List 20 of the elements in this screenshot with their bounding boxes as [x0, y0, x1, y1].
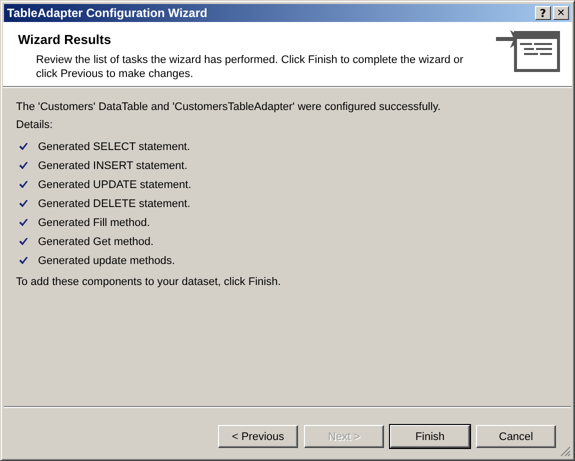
task-text: Generated UPDATE statement.: [38, 179, 192, 191]
task-text: Generated update methods.: [38, 255, 175, 267]
instruction-text: To add these components to your dataset, click Finish.: [16, 276, 282, 288]
details-label: Details:: [16, 119, 54, 131]
task-text: Generated DELETE statement.: [38, 198, 190, 210]
resize-grip-icon[interactable]: [560, 446, 571, 457]
window-title: TableAdapter Configuration Wizard: [7, 6, 208, 20]
close-button[interactable]: ✕: [553, 6, 569, 20]
page-title: Wizard Results: [18, 32, 112, 47]
task-text: Generated SELECT statement.: [38, 141, 190, 153]
task-text: Generated Get method.: [38, 236, 154, 248]
wizard-results-icon: [496, 28, 562, 74]
task-text: Generated INSERT statement.: [38, 160, 188, 172]
summary-text: The 'Customers' DataTable and 'CustomersTableAdapter' were configured successfully.: [16, 101, 442, 113]
wizard-button[interactable]: Finish: [390, 425, 470, 448]
task-text: Generated Fill method.: [38, 217, 150, 229]
page-description: Review the list of tasks the wizard has performed. Click Finish to complete the wizard or click Previous to make changes.: [36, 53, 464, 81]
help-button[interactable]: ?: [535, 6, 551, 20]
wizard-button[interactable]: Cancel: [476, 425, 556, 448]
wizard-button[interactable]: < Previous: [218, 425, 298, 448]
